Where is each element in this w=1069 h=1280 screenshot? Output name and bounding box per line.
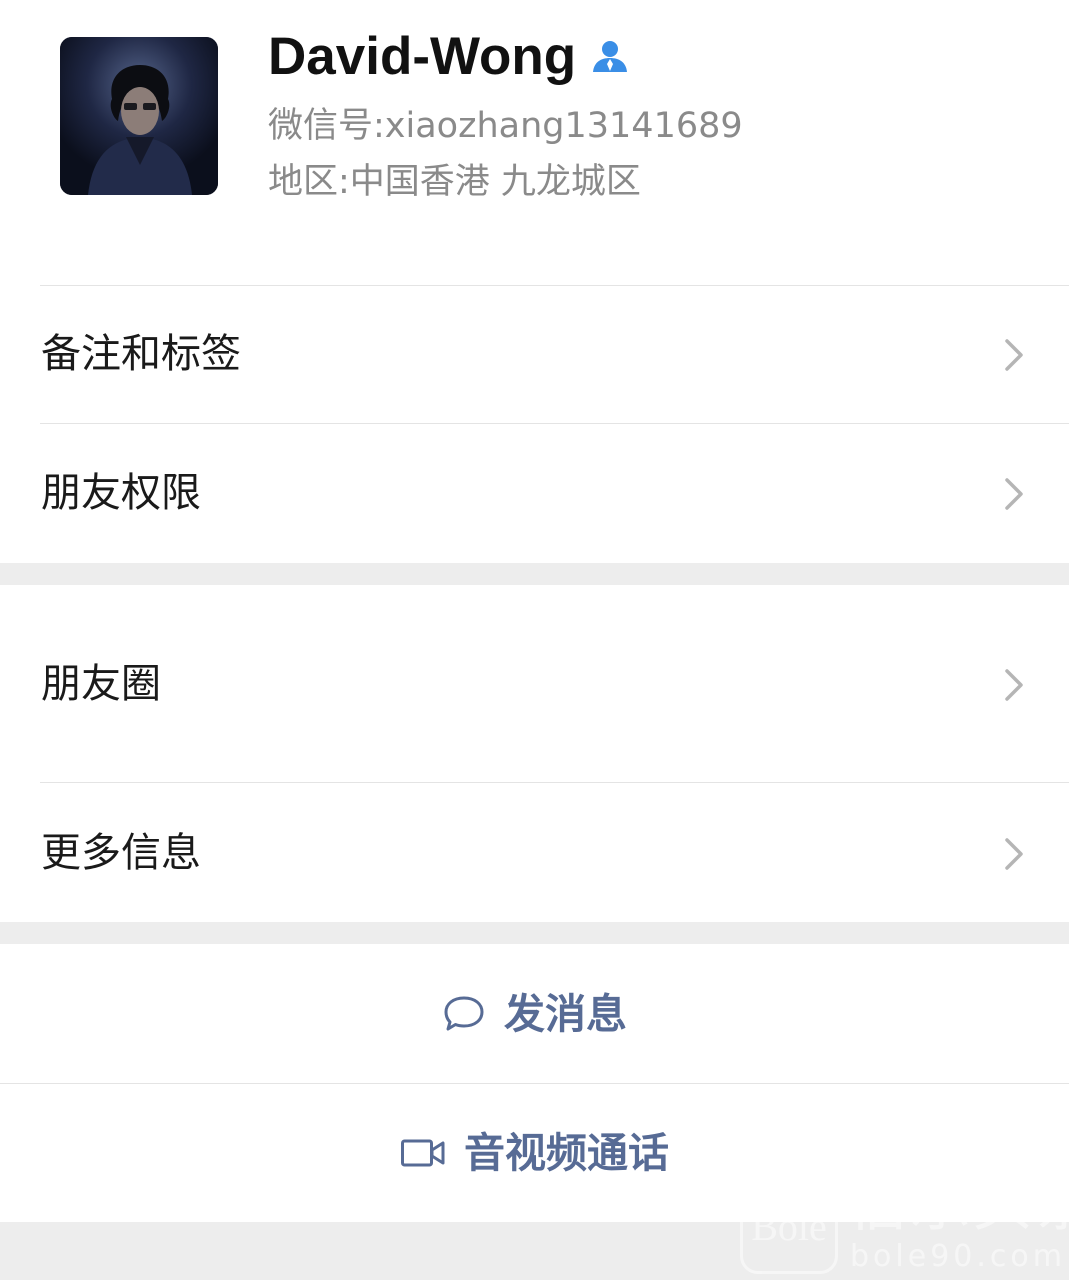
wechat-id-label: 微信号: [268, 106, 385, 146]
watermark-logo: Bole [740, 1178, 838, 1274]
chevron-right-icon [1005, 478, 1023, 510]
send-message-button[interactable]: 发消息 [0, 944, 1069, 1083]
moments-row[interactable]: 朋友圈 [0, 585, 1069, 783]
avatar[interactable] [60, 37, 218, 195]
settings-group-2: 朋友圈 更多信息 [0, 585, 1069, 922]
remarks-and-tags-row[interactable]: 备注和标签 [0, 285, 1069, 424]
send-message-label: 发消息 [504, 989, 627, 1038]
row-label: 朋友权限 [41, 470, 201, 516]
row-label: 更多信息 [41, 830, 201, 876]
friend-permissions-row[interactable]: 朋友权限 [0, 424, 1069, 563]
profile-name: David-Wong [268, 27, 577, 86]
region: 地区:中国香港 九龙城区 [268, 160, 641, 204]
more-info-row[interactable]: 更多信息 [0, 783, 1069, 922]
profile-header: David-Wong 微信号:xiaozhang13141689 地区:中国香港… [0, 0, 1069, 285]
settings-group-1: 备注和标签 朋友权限 [0, 285, 1069, 563]
avatar-image [60, 37, 218, 195]
video-call-label: 音视频通话 [464, 1129, 669, 1177]
chat-bubble-icon [444, 996, 484, 1030]
region-label: 地区: [268, 162, 350, 202]
send-message-section: 发消息 [0, 944, 1069, 1083]
region-value: 中国香港 九龙城区 [349, 162, 641, 202]
video-camera-icon [401, 1139, 445, 1167]
row-label: 备注和标签 [41, 331, 241, 377]
chevron-right-icon [1005, 669, 1023, 701]
watermark: Bole 伯乐头条 bole90.com [740, 1172, 1069, 1278]
wechat-id-value: xiaozhang13141689 [384, 106, 743, 146]
row-label: 朋友圈 [41, 661, 161, 707]
chevron-right-icon [1005, 339, 1023, 371]
watermark-url: bole90.com [850, 1239, 1066, 1274]
wechat-id: 微信号:xiaozhang13141689 [268, 104, 743, 148]
chevron-right-icon [1005, 838, 1023, 870]
watermark-title: 伯乐头条 [848, 1170, 1069, 1240]
person-icon [593, 41, 627, 72]
